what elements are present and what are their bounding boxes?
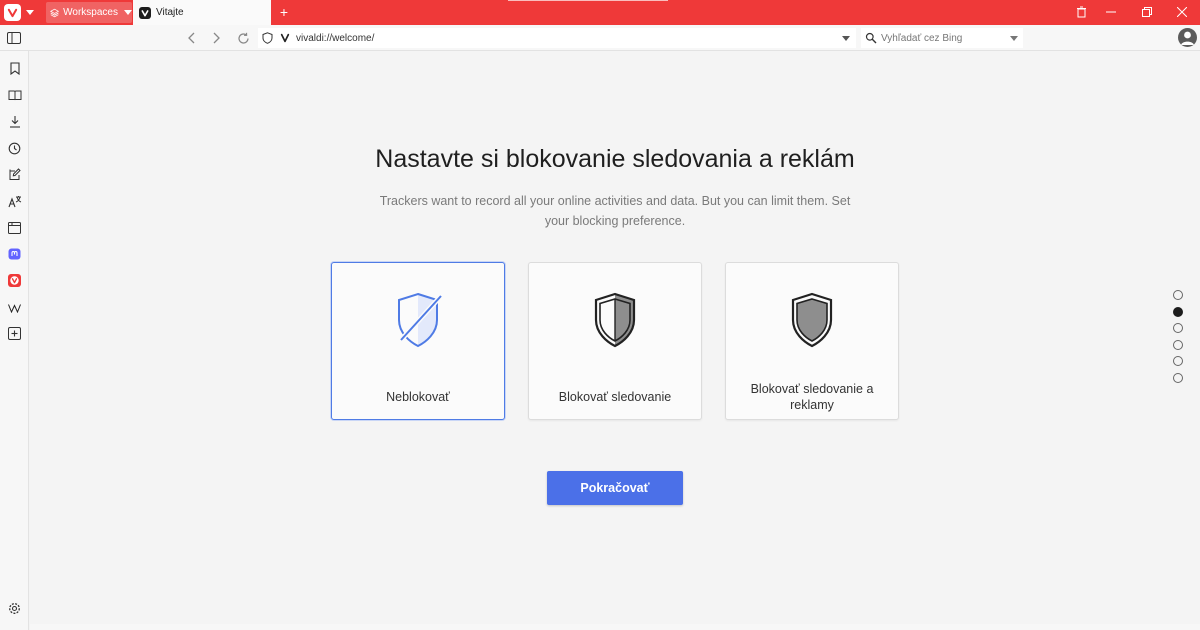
wikipedia-panel-button[interactable] <box>7 300 22 315</box>
translate-panel-button[interactable] <box>7 194 22 209</box>
translate-icon <box>7 196 21 208</box>
bookmark-icon <box>9 62 20 75</box>
side-panel <box>0 51 29 630</box>
window-icon <box>8 221 21 234</box>
shield-full-icon <box>791 292 833 348</box>
search-engine-dropdown-icon[interactable] <box>1010 36 1018 41</box>
reading-list-panel-button[interactable] <box>7 88 22 103</box>
minimize-button[interactable] <box>1103 4 1119 20</box>
restore-button[interactable] <box>1139 4 1155 20</box>
option-label: Blokovať sledovanie <box>558 390 672 404</box>
bookmarks-panel-button[interactable] <box>7 61 22 76</box>
option-label: Neblokovať <box>386 390 450 404</box>
wikipedia-icon <box>8 303 21 313</box>
downloads-panel-button[interactable] <box>7 114 22 129</box>
vivaldi-menu-button[interactable] <box>4 3 42 22</box>
step-dot[interactable] <box>1173 290 1183 300</box>
url-text[interactable]: vivaldi://welcome/ <box>296 33 374 44</box>
page-subtitle: Trackers want to record all your online … <box>379 194 851 228</box>
step-dot[interactable] <box>1173 306 1183 317</box>
reload-icon <box>237 32 249 44</box>
tab-welcome[interactable]: Vitajte <box>133 0 271 25</box>
window-panel-button[interactable] <box>7 220 22 235</box>
shield-half-icon <box>594 292 636 348</box>
workspaces-label: Workspaces <box>63 7 118 18</box>
minimize-icon <box>1106 11 1116 13</box>
new-tab-button[interactable]: + <box>277 3 291 21</box>
vivaldi-page-icon <box>280 33 290 43</box>
search-icon <box>865 32 877 44</box>
chevron-down-icon <box>26 10 34 15</box>
back-button[interactable] <box>183 30 199 46</box>
vivaldi-favicon-icon <box>139 6 151 19</box>
trash-button[interactable] <box>1073 4 1089 20</box>
profile-avatar[interactable] <box>1178 28 1197 47</box>
option-block-trackers[interactable]: Blokovať sledovanie <box>528 262 702 420</box>
status-bar <box>30 624 1200 630</box>
welcome-page: Nastavte si blokovanie sledovania a rekl… <box>30 52 1200 630</box>
step-dot[interactable] <box>1173 372 1183 383</box>
history-panel-button[interactable] <box>7 141 22 156</box>
mastodon-panel-button[interactable] <box>7 247 22 262</box>
option-no-blocking[interactable]: Neblokovať <box>331 262 505 420</box>
url-dropdown-icon[interactable] <box>842 36 850 41</box>
gear-icon <box>9 603 20 614</box>
download-icon <box>9 116 20 128</box>
workspaces-button[interactable]: Workspaces <box>46 2 132 23</box>
step-dot[interactable] <box>1173 323 1183 333</box>
clock-icon <box>8 142 21 155</box>
option-label: Blokovať sledovanie a reklamy <box>750 382 874 412</box>
option-block-trackers-and-ads[interactable]: Blokovať sledovanie a reklamy <box>725 262 899 420</box>
back-arrow-icon <box>188 32 195 44</box>
shield-icon[interactable] <box>262 32 273 44</box>
notes-panel-button[interactable] <box>7 167 22 182</box>
trash-icon <box>1076 6 1086 18</box>
add-icon <box>8 327 21 340</box>
step-dot[interactable] <box>1173 339 1183 350</box>
vivaldi-logo-icon <box>4 4 21 21</box>
forward-button[interactable] <box>209 30 225 46</box>
title-bar: Workspaces Vitajte + <box>0 0 1200 25</box>
url-field[interactable]: vivaldi://welcome/ <box>258 28 856 48</box>
mastodon-icon <box>8 248 21 260</box>
panel-toggle-icon <box>7 32 21 44</box>
layers-icon <box>50 8 60 17</box>
step-indicator <box>1173 290 1185 389</box>
notes-icon <box>9 168 21 180</box>
restore-icon <box>1142 7 1152 17</box>
vivaldi-icon <box>8 274 21 287</box>
settings-button[interactable] <box>7 601 22 616</box>
continue-button[interactable]: Pokračovať <box>547 471 683 505</box>
page-title: Nastavte si blokovanie sledovania a rekl… <box>375 145 855 173</box>
vivaldi-panel-button[interactable] <box>7 273 22 288</box>
add-web-panel-button[interactable] <box>7 326 22 341</box>
search-placeholder: Vyhľadať cez Bing <box>881 32 963 44</box>
address-bar: vivaldi://welcome/ Vyhľadať cez Bing <box>0 25 1200 51</box>
shield-off-icon <box>398 292 443 348</box>
forward-arrow-icon <box>213 32 220 44</box>
reload-button[interactable] <box>235 30 251 46</box>
user-icon <box>1181 31 1194 45</box>
book-icon <box>8 90 21 101</box>
panel-toggle-button[interactable] <box>6 30 22 46</box>
search-field[interactable]: Vyhľadať cez Bing <box>861 28 1023 48</box>
close-icon <box>1177 7 1187 17</box>
close-button[interactable] <box>1174 4 1190 20</box>
step-dot[interactable] <box>1173 356 1183 366</box>
tab-title: Vitajte <box>156 7 184 18</box>
chevron-down-icon <box>124 10 132 15</box>
titlebar-divider <box>508 0 668 1</box>
